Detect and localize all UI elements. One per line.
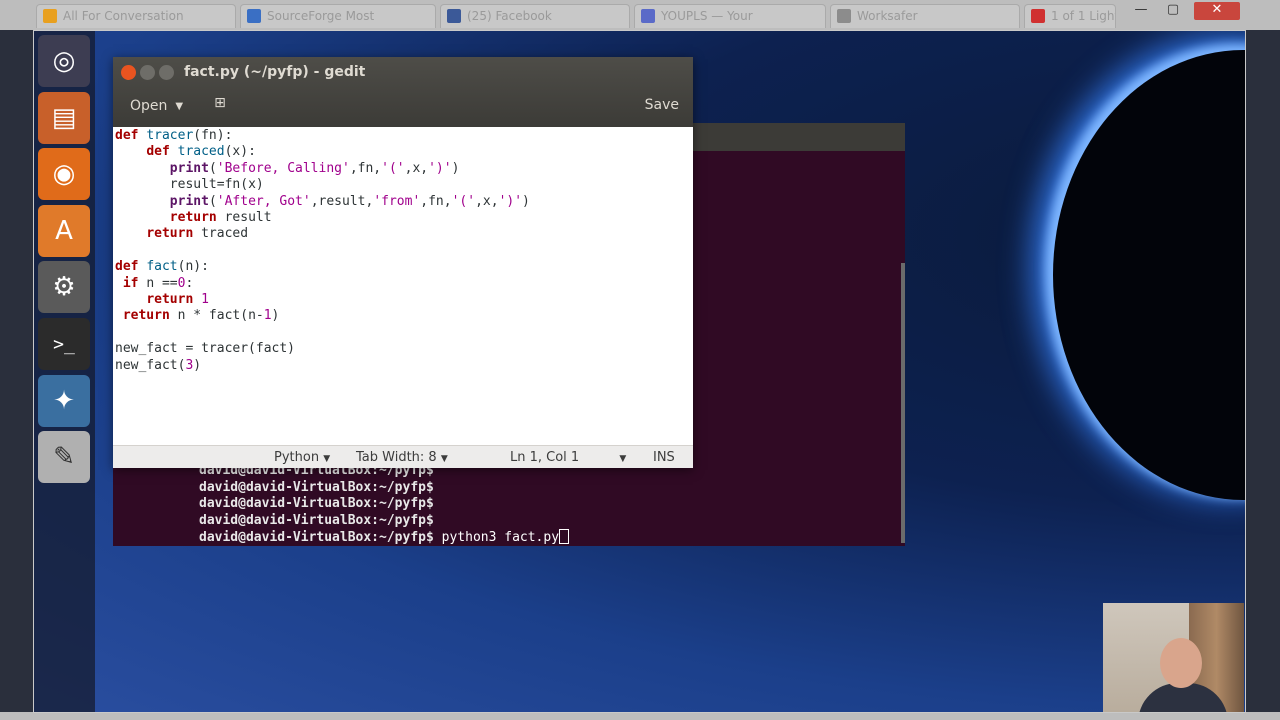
browser-tab[interactable]: Worksafer — [830, 4, 1020, 28]
tab-favicon-icon — [1031, 9, 1045, 23]
terminal-command: python3 fact.py — [441, 530, 560, 545]
close-window-button[interactable]: ✕ — [1194, 2, 1240, 20]
minimize-window-button[interactable]: — — [1126, 2, 1156, 20]
chevron-down-icon: ▼ — [323, 454, 331, 464]
software-center-icon[interactable]: A — [38, 205, 90, 257]
cursor-position-selector[interactable]: Ln 1, Col 1 ▼ — [510, 450, 626, 465]
terminal-output: david@david-VirtualBox:~/pyfp$ david@dav… — [199, 463, 570, 547]
maximize-icon[interactable] — [159, 65, 174, 80]
browser-tab[interactable]: SourceForge Most — [240, 4, 436, 28]
tab-favicon-icon — [247, 9, 261, 23]
insert-mode-indicator: INS — [653, 450, 675, 465]
terminal-line: david@david-VirtualBox:~/pyfp$ — [199, 512, 434, 528]
chevron-down-icon: ▼ — [619, 454, 627, 464]
tab-favicon-icon — [447, 9, 461, 23]
window-title: fact.py (~/pyfp) - gedit — [184, 64, 366, 80]
tab-favicon-icon — [43, 9, 57, 23]
gedit-headerbar: fact.py (~/pyfp) - gedit Open ▼ ⊞ Save — [113, 57, 693, 127]
browser-tab[interactable]: 1 of 1 Lightbox — [1024, 4, 1116, 28]
unity-launcher: ◎ ▤ ◉ A ⚙ >_ ✦ ✎ — [33, 30, 95, 713]
text-editor-icon[interactable]: ✎ — [38, 431, 90, 483]
language-selector[interactable]: Python ▼ — [274, 450, 330, 465]
wallpaper-planet — [1053, 50, 1246, 500]
chevron-down-icon: ▼ — [440, 454, 448, 464]
browser-tab-strip: All For Conversation SourceForge Most (2… — [0, 0, 1280, 30]
terminal-icon[interactable]: >_ — [38, 318, 90, 370]
cleaner-icon[interactable]: ✦ — [38, 375, 90, 427]
terminal-line: david@david-VirtualBox:~/pyfp$ python3 f… — [199, 529, 570, 547]
terminal-cursor — [559, 529, 570, 544]
browser-tab[interactable]: (25) Facebook — [440, 4, 630, 28]
close-icon[interactable] — [121, 65, 136, 80]
browser-tab[interactable]: All For Conversation — [36, 4, 236, 28]
status-bar: Python ▼ Tab Width: 8 ▼ Ln 1, Col 1 ▼ IN… — [113, 445, 693, 468]
chevron-down-icon: ▼ — [175, 100, 184, 112]
gedit-window: fact.py (~/pyfp) - gedit Open ▼ ⊞ Save de… — [113, 57, 693, 468]
browser-tab[interactable]: YOUPLS — Your — [634, 4, 826, 28]
tab-favicon-icon — [837, 9, 851, 23]
minimize-icon[interactable] — [140, 65, 155, 80]
dash-icon[interactable]: ◎ — [38, 35, 90, 87]
code-editor[interactable]: def tracer(fn): def traced(x): print('Be… — [113, 127, 693, 445]
new-document-icon[interactable]: ⊞ — [208, 95, 232, 117]
terminal-line: david@david-VirtualBox:~/pyfp$ — [199, 496, 434, 511]
terminal-scrollbar[interactable] — [901, 263, 905, 543]
webcam-overlay — [1103, 603, 1244, 712]
files-icon[interactable]: ▤ — [38, 92, 90, 144]
save-button[interactable]: Save — [645, 97, 679, 113]
open-button[interactable]: Open ▼ — [124, 93, 189, 119]
terminal-line: david@david-VirtualBox:~/pyfp$ — [199, 479, 434, 495]
tab-width-selector[interactable]: Tab Width: 8 ▼ — [356, 450, 448, 465]
firefox-icon[interactable]: ◉ — [38, 148, 90, 200]
host-bottom-bar — [0, 712, 1280, 720]
maximize-window-button[interactable]: ▢ — [1158, 2, 1188, 20]
webcam-presenter-head — [1160, 638, 1202, 688]
tab-favicon-icon — [641, 9, 655, 23]
settings-icon[interactable]: ⚙ — [38, 261, 90, 313]
